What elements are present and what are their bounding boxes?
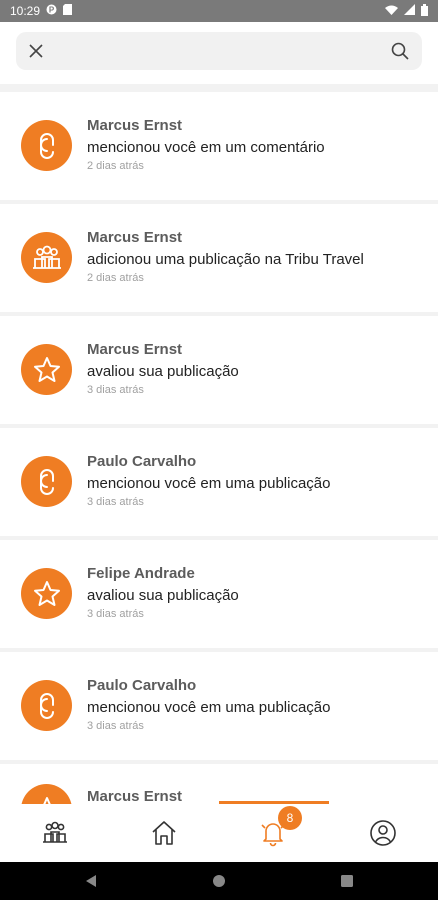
mention-icon <box>21 680 72 731</box>
notification-time: 3 dias atrás <box>87 496 144 508</box>
close-button[interactable] <box>24 39 48 63</box>
notification-name: Felipe Andrade <box>87 565 195 582</box>
system-back-button[interactable] <box>84 874 98 893</box>
bottom-nav: 8 <box>0 801 438 862</box>
notification-time: 2 dias atrás <box>87 160 144 172</box>
signal-icon <box>404 4 415 18</box>
notification-item[interactable]: Paulo Carvalho mencionou você em uma pub… <box>0 652 438 760</box>
notification-name: Paulo Carvalho <box>87 453 197 470</box>
star-icon <box>21 344 72 395</box>
notification-item[interactable]: Paulo Carvalho mencionou você em uma pub… <box>0 428 438 536</box>
notification-item[interactable]: Felipe Andrade avaliou sua publicação 3 … <box>0 540 438 648</box>
star-icon <box>21 568 72 619</box>
search-bar <box>16 32 422 70</box>
sim-card-icon <box>63 4 73 18</box>
notification-time: 2 dias atrás <box>87 272 144 284</box>
search-button[interactable] <box>388 39 412 63</box>
group-icon <box>21 232 72 283</box>
home-icon <box>152 821 176 845</box>
nav-home-button[interactable] <box>147 816 181 850</box>
mention-icon <box>21 456 72 507</box>
profile-icon <box>370 820 396 846</box>
notification-action: mencionou você em uma publicação <box>87 699 331 716</box>
notification-item[interactable]: Marcus Ernst mencionou você em um coment… <box>0 92 438 200</box>
notification-name: Marcus Ernst <box>87 229 183 246</box>
status-bar: 10:29 P <box>0 0 438 22</box>
notification-list: Marcus Ernst mencionou você em um coment… <box>0 84 438 804</box>
notification-time: 3 dias atrás <box>87 720 144 732</box>
notification-item[interactable]: Marcus Ernst adicionou uma publicação na… <box>0 204 438 312</box>
notification-action: mencionou você em um comentário <box>87 139 325 156</box>
notification-name: Marcus Ernst <box>87 788 183 804</box>
home-circle-icon <box>213 875 225 887</box>
active-tab-indicator <box>219 801 329 804</box>
notification-action: avaliou sua publicação <box>87 587 239 604</box>
status-time: 10:29 <box>10 4 41 18</box>
notification-action: adicionou uma publicação na Tribu Travel <box>87 251 364 268</box>
notification-time: 3 dias atrás <box>87 384 144 396</box>
star-icon <box>21 784 72 804</box>
notification-dot-icon: P <box>46 4 57 18</box>
system-navigation-bar <box>0 862 438 900</box>
nav-profile-button[interactable] <box>366 816 400 850</box>
recents-icon <box>341 875 353 887</box>
svg-text:P: P <box>49 6 55 15</box>
close-icon <box>29 44 43 58</box>
notification-name: Marcus Ernst <box>87 341 183 358</box>
battery-icon <box>421 3 428 19</box>
notification-item[interactable]: Marcus Ernst avaliou sua publicação 3 di… <box>0 316 438 424</box>
notification-name: Marcus Ernst <box>87 117 183 134</box>
search-icon <box>391 42 409 60</box>
notification-action: avaliou sua publicação <box>87 363 239 380</box>
wifi-icon <box>385 4 398 18</box>
system-home-button[interactable] <box>212 874 226 893</box>
notification-action: mencionou você em uma publicação <box>87 475 331 492</box>
notification-time: 3 dias atrás <box>87 608 144 620</box>
tribes-icon <box>43 821 67 843</box>
notification-item[interactable]: Marcus Ernst <box>0 764 438 804</box>
search-header <box>0 22 438 84</box>
search-input[interactable] <box>60 38 380 64</box>
system-recents-button[interactable] <box>340 874 354 893</box>
notification-count-badge: 8 <box>278 806 302 830</box>
nav-tribes-button[interactable] <box>38 816 72 850</box>
mention-icon <box>21 120 72 171</box>
back-icon <box>86 875 96 887</box>
notification-name: Paulo Carvalho <box>87 677 197 694</box>
